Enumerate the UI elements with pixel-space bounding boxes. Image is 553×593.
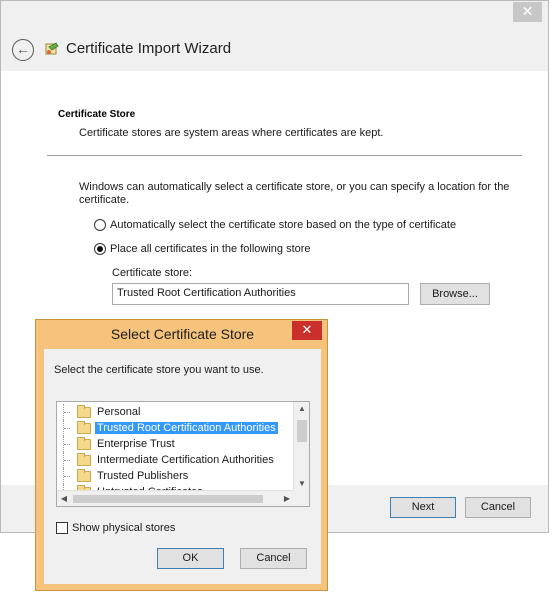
window-close-button[interactable]: ✕ — [513, 2, 542, 22]
tree-item-label[interactable]: Personal — [95, 406, 142, 418]
tree-item[interactable]: Personal — [57, 404, 294, 420]
vertical-scrollbar[interactable]: ▲ ▼ — [293, 402, 309, 491]
folder-icon — [77, 436, 91, 450]
folder-icon — [77, 468, 91, 482]
show-physical-stores-label[interactable]: Show physical stores — [72, 522, 175, 534]
next-button[interactable]: Next — [390, 497, 456, 518]
folder-icon — [77, 404, 91, 418]
horizontal-scroll-thumb[interactable] — [73, 495, 263, 503]
certificate-icon — [45, 42, 59, 55]
select-certificate-store-dialog: Select Certificate Store ✕ Select the ce… — [35, 319, 328, 591]
certificate-store-label: Certificate store: — [112, 267, 193, 279]
vertical-scroll-thumb[interactable] — [297, 420, 307, 442]
dialog-title: Select Certificate Store — [110, 326, 255, 342]
scroll-left-arrow-icon[interactable]: ◀ — [57, 491, 71, 506]
certificate-store-tree[interactable]: Personal Trusted Root Certification Auth… — [56, 401, 310, 507]
tree-item-label[interactable]: Intermediate Certification Authorities — [95, 454, 276, 466]
wizard-title: Certificate Import Wizard — [66, 40, 232, 57]
scrollbar-corner — [293, 490, 309, 506]
tree-item[interactable]: Trusted Publishers — [57, 468, 294, 484]
browse-button[interactable]: Browse... — [420, 283, 490, 305]
tree-branch-line — [63, 420, 70, 436]
dialog-cancel-button[interactable]: Cancel — [240, 548, 307, 569]
tree-branch-line — [63, 452, 70, 468]
horizontal-scrollbar[interactable]: ◀ ▶ — [57, 490, 294, 506]
ok-button[interactable]: OK — [157, 548, 224, 569]
tree-item[interactable]: Enterprise Trust — [57, 436, 294, 452]
tree-item[interactable]: Trusted Root Certification Authorities — [57, 420, 294, 436]
tree-item-label[interactable]: Trusted Publishers — [95, 470, 190, 482]
tree-branch-line — [63, 404, 70, 420]
radio-auto-select-row[interactable]: Automatically select the certificate sto… — [94, 219, 456, 231]
tree-branch-line — [63, 468, 70, 484]
back-arrow-icon[interactable]: ← — [12, 39, 34, 61]
folder-icon — [77, 420, 91, 434]
certificate-store-field[interactable]: Trusted Root Certification Authorities — [112, 283, 409, 305]
radio-place-in-store-row[interactable]: Place all certificates in the following … — [94, 243, 311, 255]
radio-auto-select[interactable] — [94, 219, 106, 231]
dialog-body: Select the certificate store you want to… — [44, 349, 321, 584]
cancel-button[interactable]: Cancel — [465, 497, 531, 518]
show-physical-stores-checkbox[interactable] — [56, 522, 68, 534]
dialog-close-button[interactable]: ✕ — [292, 321, 322, 340]
wizard-header: ← Certificate Import Wizard — [1, 29, 548, 71]
scroll-up-arrow-icon[interactable]: ▲ — [294, 402, 309, 416]
show-physical-stores-row[interactable]: Show physical stores — [56, 522, 175, 534]
folder-icon — [77, 452, 91, 466]
divider — [47, 155, 522, 156]
section-description: Certificate stores are system areas wher… — [79, 127, 384, 139]
tree-item[interactable]: Intermediate Certification Authorities — [57, 452, 294, 468]
scroll-down-arrow-icon[interactable]: ▼ — [294, 477, 309, 491]
radio-place-in-store-label[interactable]: Place all certificates in the following … — [110, 243, 311, 255]
tree-items: Personal Trusted Root Certification Auth… — [57, 404, 294, 500]
scroll-right-arrow-icon[interactable]: ▶ — [280, 491, 294, 506]
tree-item-label-selected[interactable]: Trusted Root Certification Authorities — [95, 422, 278, 434]
dialog-prompt: Select the certificate store you want to… — [54, 364, 264, 376]
tree-item-label[interactable]: Enterprise Trust — [95, 438, 177, 450]
title-bar: ✕ — [1, 1, 548, 29]
radio-auto-select-label[interactable]: Automatically select the certificate sto… — [110, 219, 456, 231]
tree-branch-line — [63, 436, 70, 452]
radio-place-in-store[interactable] — [94, 243, 106, 255]
intro-text: Windows can automatically select a certi… — [79, 181, 510, 206]
section-title: Certificate Store — [58, 109, 136, 120]
